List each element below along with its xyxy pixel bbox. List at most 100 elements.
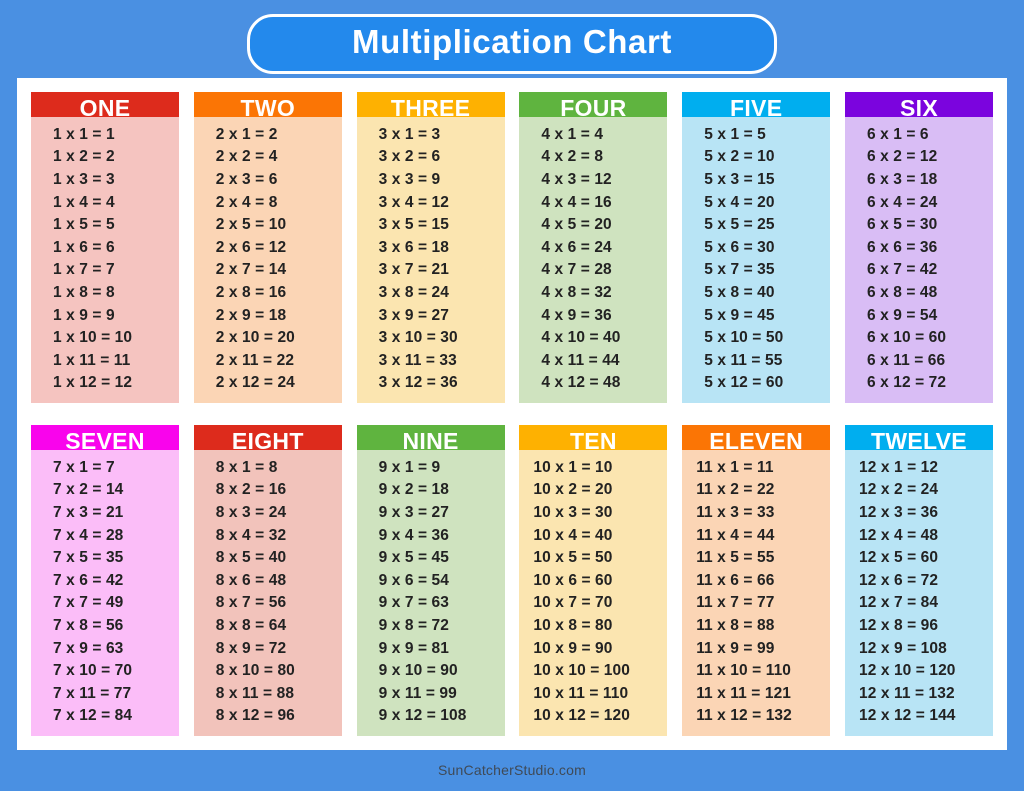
equation-row: 12 x 5 = 60 bbox=[858, 549, 939, 567]
table-body-2: 2 x 1 = 2 2 x 2 = 4 2 x 3 = 6 2 x 4 = 8 2 x … bbox=[193, 116, 342, 403]
equation-row: 4 x 6 = 24 bbox=[541, 238, 612, 256]
equation-row: 10 x 3 = 30 bbox=[533, 504, 613, 522]
equation-row: 2 x 3 = 6 bbox=[215, 171, 278, 189]
times-table-5: FIVE 5 x 1 = 5 5 x 2 = 10 5 x 3 = 15 5 x 4 =… bbox=[682, 92, 831, 403]
equation-row: 6 x 10 = 60 bbox=[866, 329, 947, 347]
equation-row: 12 x 12 = 144 bbox=[858, 707, 956, 725]
equation-row: 5 x 2 = 10 bbox=[704, 148, 775, 166]
equation-row: 6 x 5 = 30 bbox=[866, 216, 938, 234]
equation-row: 12 x 9 = 108 bbox=[858, 639, 947, 657]
equation-row: 3 x 2 = 6 bbox=[378, 148, 441, 166]
times-table-2: TWO 2 x 1 = 22 x 2 = 42 x 3 = 62 x 4 = 82… bbox=[193, 92, 342, 403]
table-body-1: 1 x 1 = 1 1 x 2 = 2 1 x 3 = 3 1 x 4 = 4 1 x … bbox=[31, 116, 179, 403]
equation-row: 1 x 2 = 2 bbox=[53, 148, 115, 166]
equation-row: 4 x 5 = 20 bbox=[541, 216, 612, 234]
equation-row: 3 x 9 = 27 bbox=[378, 306, 449, 324]
equation-row: 1 x 1 = 1 bbox=[53, 125, 115, 143]
equation-row: 4 x 9 = 36 bbox=[541, 306, 612, 324]
table-header-3: THREE bbox=[356, 92, 505, 117]
equation-row: 5 x 3 = 15 bbox=[704, 171, 775, 189]
equation-row: 2 x 11 = 22 bbox=[215, 351, 295, 369]
equation-row: 9 x 4 = 36 bbox=[378, 526, 449, 544]
equation-row: 5 x 12 = 60 bbox=[704, 374, 784, 392]
equation-row: 8 x 10 = 80 bbox=[215, 662, 295, 680]
equation-row: 9 x 3 = 27 bbox=[378, 504, 449, 522]
equation-row: 11 x 7 = 77 bbox=[696, 594, 775, 612]
equation-row: 5 x 8 = 40 bbox=[704, 284, 775, 302]
equation-row: 7 x 8 = 56 bbox=[53, 617, 124, 635]
equation-row: 12 x 8 = 96 bbox=[858, 617, 939, 635]
equation-row: 7 x 6 = 42 bbox=[53, 571, 124, 589]
equation-row: 12 x 7 = 84 bbox=[858, 594, 939, 612]
equation-row: 3 x 10 = 30 bbox=[378, 329, 458, 347]
equation-row: 10 x 12 = 120 bbox=[533, 707, 630, 725]
table-header-6: SIX bbox=[844, 92, 993, 117]
times-table-8: EIGHT 8 x 1 = 8 8 x 2 = 16 8 x 3 = 24 8 x 4 … bbox=[193, 425, 342, 736]
equation-row: 7 x 3 = 21 bbox=[53, 504, 124, 522]
equation-row: 2 x 9 = 18 bbox=[215, 306, 287, 324]
table-header-10: TEN bbox=[519, 425, 668, 450]
equation-row: 9 x 7 = 63 bbox=[378, 594, 449, 612]
equation-row: 3 x 4 = 12 bbox=[378, 193, 449, 211]
equation-row: 8 x 8 = 64 bbox=[215, 617, 287, 635]
equation-row: 11 x 9 = 99 bbox=[696, 639, 775, 657]
table-header-5: FIVE bbox=[682, 92, 831, 117]
equation-row: 11 x 10 = 110 bbox=[696, 662, 792, 680]
equation-row: 8 x 3 = 24 bbox=[215, 504, 287, 522]
equation-row: 10 x 2 = 20 bbox=[533, 481, 613, 499]
equation-row: 12 x 6 = 72 bbox=[858, 571, 939, 589]
equation-row: 4 x 2 = 8 bbox=[541, 148, 604, 166]
equation-row: 9 x 1 = 9 bbox=[378, 458, 441, 476]
equation-row: 1 x 11 = 11 bbox=[53, 351, 131, 369]
equation-row: 8 x 1 = 8 bbox=[215, 458, 278, 476]
table-body-8: 8 x 1 = 8 8 x 2 = 16 8 x 3 = 24 8 x 4 = 32 8… bbox=[193, 449, 342, 736]
equation-row: 12 x 2 = 24 bbox=[858, 481, 939, 499]
equation-row: 8 x 5 = 40 bbox=[215, 549, 287, 567]
equation-row: 9 x 11 = 99 bbox=[378, 684, 457, 702]
equation-row: 6 x 9 = 54 bbox=[866, 306, 938, 324]
times-table-7: SEVEN 7 x 1 = 7 7 x 2 = 14 7 x 3 = 21 7 x 4 … bbox=[31, 425, 179, 736]
equation-row: 2 x 8 = 16 bbox=[215, 284, 287, 302]
table-body-11: 11 x 1 = 11 11 x 2 = 22 11 x 3 = 33 11 x 4 … bbox=[682, 449, 831, 736]
equation-row: 10 x 8 = 80 bbox=[533, 617, 613, 635]
equation-row: 8 x 6 = 48 bbox=[215, 571, 287, 589]
equation-row: 7 x 11 = 77 bbox=[53, 684, 132, 702]
equation-row: 7 x 1 = 7 bbox=[53, 458, 115, 476]
equation-row: 10 x 4 = 40 bbox=[533, 526, 613, 544]
table-body-4: 4 x 1 = 4 4 x 2 = 8 4 x 3 = 12 4 x 4 = 16 4 … bbox=[519, 116, 668, 403]
times-table-10: TEN 10 x 1 = 10 10 x 2 = 20 10 x 3 = 30 10 x… bbox=[519, 425, 668, 736]
equation-row: 5 x 4 = 20 bbox=[704, 193, 775, 211]
equation-row: 8 x 9 = 72 bbox=[215, 639, 287, 657]
equation-row: 7 x 7 = 49 bbox=[53, 594, 124, 612]
equation-row: 11 x 1 = 11 bbox=[696, 458, 774, 476]
equation-row: 3 x 5 = 15 bbox=[378, 216, 449, 234]
equation-row: 10 x 10 = 100 bbox=[533, 662, 630, 680]
equation-row: 3 x 3 = 9 bbox=[378, 171, 441, 189]
times-table-3: THREE 3 x 1 = 3 3 x 2 = 6 3 x 3 = 9 3 x 4 = … bbox=[356, 92, 505, 403]
equation-row: 6 x 2 = 12 bbox=[866, 148, 938, 166]
equation-row: 5 x 11 = 55 bbox=[704, 351, 783, 369]
equation-row: 3 x 8 = 24 bbox=[378, 284, 449, 302]
equation-row: 7 x 12 = 84 bbox=[53, 707, 133, 725]
equation-row: 2 x 6 = 12 bbox=[215, 238, 287, 256]
equation-row: 1 x 5 = 5 bbox=[53, 216, 115, 234]
equation-row: 7 x 9 = 63 bbox=[53, 639, 124, 657]
equation-row: 6 x 3 = 18 bbox=[866, 171, 938, 189]
times-table-12: TWELVE 12 x 1 = 12 12 x 2 = 24 12 x 3 = 36 1… bbox=[844, 425, 993, 736]
equation-row: 7 x 4 = 28 bbox=[53, 526, 124, 544]
equation-row: 7 x 5 = 35 bbox=[53, 549, 124, 567]
equation-row: 2 x 5 = 10 bbox=[215, 216, 287, 234]
equation-row: 5 x 1 = 5 bbox=[704, 125, 766, 143]
table-header-8: EIGHT bbox=[193, 425, 342, 450]
equation-row: 6 x 1 = 6 bbox=[866, 125, 929, 143]
equation-row: 5 x 9 = 45 bbox=[704, 306, 775, 324]
table-header-9: NINE bbox=[356, 425, 505, 450]
equation-row: 8 x 4 = 32 bbox=[215, 526, 287, 544]
equation-row: 9 x 8 = 72 bbox=[378, 617, 449, 635]
equation-row: 3 x 6 = 18 bbox=[378, 238, 449, 256]
equation-row: 10 x 9 = 90 bbox=[533, 639, 613, 657]
equation-row: 6 x 11 = 66 bbox=[866, 351, 946, 369]
table-header-11: ELEVEN bbox=[682, 425, 831, 450]
equation-row: 12 x 10 = 120 bbox=[858, 662, 956, 680]
equation-row: 4 x 7 = 28 bbox=[541, 261, 612, 279]
